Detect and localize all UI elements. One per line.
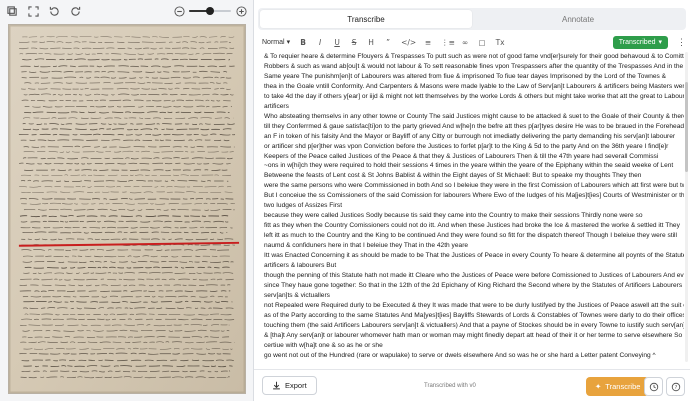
zoom-in-icon[interactable] — [235, 5, 247, 17]
transcription-line: artificers — [264, 102, 289, 110]
editor-scroll-thumb[interactable] — [685, 82, 688, 172]
text-format-value: Normal — [262, 38, 285, 46]
reset-icon[interactable] — [69, 5, 81, 17]
rotate-icon[interactable] — [48, 5, 60, 17]
bullet-list-button[interactable]: ≡ — [424, 38, 432, 47]
tab-annotate[interactable]: Annotate — [472, 10, 684, 28]
text-format-select[interactable]: Normal ▾ — [262, 38, 291, 47]
transcription-line: since They haue gone together: So that i… — [264, 281, 683, 289]
transcription-line: serv[an]ts & victuallers — [264, 291, 330, 299]
transcription-line: left itt as much to the Country and the … — [264, 232, 677, 240]
bold-button[interactable]: B — [299, 38, 307, 47]
transcription-line: Who absteating themselvs in any other to… — [264, 112, 684, 120]
transcription-line: thea in the Goale vntill Conformity. And… — [264, 82, 684, 90]
zoom-slider-thumb[interactable] — [206, 7, 214, 15]
transcription-line: till they Conferrmed & gaue satisfac[ti]… — [264, 122, 684, 130]
chevron-down-icon: ▾ — [286, 39, 291, 46]
transcription-line: naumd & confiduners here in that I belei… — [264, 242, 469, 250]
zoom-slider[interactable] — [189, 7, 231, 15]
editor-scrollbar[interactable] — [685, 52, 688, 362]
manuscript-page-drawing — [7, 23, 247, 395]
transcription-line: not Repealed were Required durly to be E… — [264, 301, 684, 309]
transcription-line: an F in token of his falsity And the May… — [264, 132, 676, 140]
italic-button[interactable]: I — [316, 38, 324, 47]
transcription-line: Itt was Enacted Concerning it as should … — [264, 252, 684, 260]
sparkle-icon: ✦ — [595, 382, 602, 391]
transcription-line: because they were called Justices Sodly … — [264, 212, 643, 220]
transcription-line: to take 4d the day if others y[ear] or i… — [264, 92, 684, 100]
transcription-line: Robbers & such as wand ab[ou]t & would n… — [264, 62, 684, 70]
transcription-line: ~ons in w[hi]ch they were required to ho… — [264, 162, 674, 170]
transcribe-button[interactable]: ✦ Transcribe — [586, 377, 650, 396]
mode-tabs: Transcribe Annotate — [258, 8, 686, 30]
expand-icon[interactable] — [27, 5, 39, 17]
transcription-app: Transcribe Annotate Normal ▾ B I U S H ”… — [0, 0, 690, 401]
transcribe-label: Transcribe — [605, 382, 641, 391]
ordered-list-button[interactable]: ⋮≡ — [441, 38, 455, 47]
footer-bar: Export Transcribed with v0 ✦ Transcribe … — [254, 369, 690, 401]
transcription-line: Same yeare The punishm[en]t of Labourers… — [264, 72, 667, 80]
status-label: Transcribed — [618, 38, 656, 46]
transcription-line: go went not out of the Hundred (rare or … — [264, 351, 656, 359]
status-dropdown[interactable]: Transcribed ▾ — [612, 35, 668, 49]
tab-transcribe[interactable]: Transcribe — [260, 10, 472, 28]
transcription-panel: Transcribe Annotate Normal ▾ B I U S H ”… — [254, 0, 690, 401]
transcription-line: though the penning of this Statute hath … — [264, 271, 684, 279]
footer-note: Transcribed with v0 — [424, 382, 476, 389]
transcription-line: But I conceiue the ss Comissioners of th… — [264, 192, 684, 200]
chevron-down-icon: ▾ — [658, 39, 662, 46]
help-button[interactable]: ? — [666, 377, 685, 396]
download-icon — [273, 381, 280, 390]
transcription-line: & To requier heare & determine Ffouyers … — [264, 53, 684, 60]
transcription-editor[interactable]: & To requier heare & determine Ffouyers … — [264, 52, 684, 362]
transcription-line: were the same persons who were Commissio… — [264, 182, 684, 190]
transcription-line: as of the Party according to the same St… — [264, 311, 684, 319]
export-button[interactable]: Export — [262, 376, 317, 395]
help-icon: ? — [671, 382, 680, 391]
transcription-line: & [tha]t Any serv[an]t or labourer whome… — [264, 331, 684, 339]
transcription-line: Betweene the feasts of Lent cost & St Jo… — [264, 172, 642, 180]
transcription-line: or artificer shd p[er]ther was vpon Conv… — [264, 142, 669, 150]
copy-icon[interactable] — [6, 5, 18, 17]
manuscript-image[interactable] — [7, 23, 247, 395]
transcription-line: certiue with w[ha]t one & so as he or sh… — [264, 341, 383, 349]
zoom-out-icon[interactable] — [173, 5, 185, 17]
viewer-toolbar — [0, 0, 253, 22]
image-viewer — [0, 0, 254, 401]
more-options-icon[interactable]: ⋮ — [677, 37, 686, 47]
underline-button[interactable]: U — [333, 38, 341, 47]
svg-text:?: ? — [674, 384, 677, 390]
transcription-line: two Iudges of Assizes First — [264, 202, 343, 210]
zoom-control — [173, 5, 247, 17]
strikethrough-button[interactable]: S — [350, 38, 358, 47]
transcription-line: touching them (the said Artificers Labou… — [264, 321, 684, 329]
image-button[interactable]: ▢ — [478, 38, 486, 47]
heading-button[interactable]: H — [367, 38, 375, 47]
clear-format-button[interactable]: Tx — [495, 38, 505, 47]
link-button[interactable]: ∞ — [461, 38, 469, 47]
transcription-line: Keepers of the Peace called Justices of … — [264, 152, 659, 160]
export-label: Export — [285, 381, 307, 390]
transcription-line: artificers & labourers But — [264, 262, 337, 270]
code-button[interactable]: </> — [401, 38, 416, 47]
history-button[interactable] — [644, 377, 663, 396]
quote-button[interactable]: ” — [384, 38, 392, 47]
editor-toolbar: Normal ▾ B I U S H ” </> ≡ ⋮≡ ∞ ▢ Tx Tra… — [262, 35, 686, 49]
transcription-line: fitt as they when the Country Comissione… — [264, 222, 680, 230]
history-icon — [649, 382, 658, 391]
